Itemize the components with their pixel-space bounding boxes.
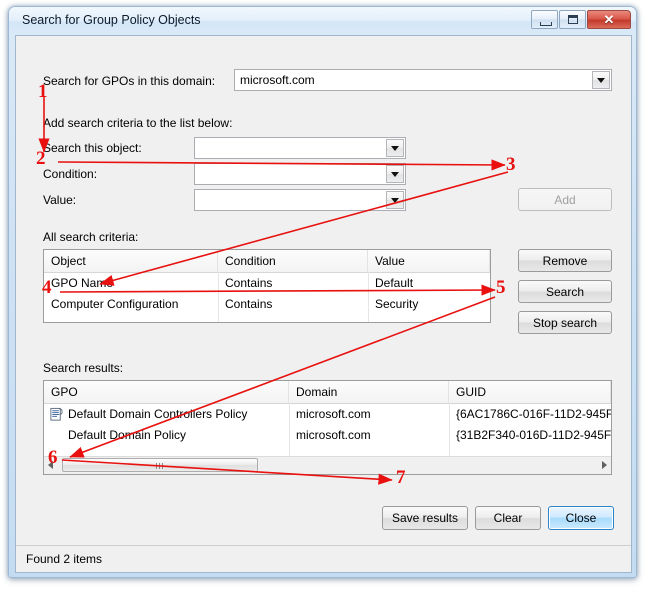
search-object-label: Search this object: [43, 141, 142, 155]
close-dialog-button[interactable]: Close [548, 506, 614, 530]
minimize-button[interactable] [531, 10, 558, 29]
cell-value: Default [375, 276, 414, 290]
cell-object: Computer Configuration [51, 297, 179, 311]
search-button[interactable]: Search [518, 280, 612, 303]
cell-object: GPO Name [51, 276, 114, 290]
search-results-label: Search results: [43, 361, 124, 375]
maximize-icon [568, 15, 578, 24]
domain-label: Search for GPOs in this domain: [43, 74, 216, 88]
chevron-down-icon[interactable] [386, 139, 404, 157]
cell-guid: {31B2F340-016D-11D2-945F [456, 428, 611, 442]
results-col-domain[interactable]: Domain [289, 381, 449, 403]
chevron-down-icon[interactable] [592, 71, 610, 89]
results-col-guid[interactable]: GUID [449, 381, 611, 403]
results-listview[interactable]: GPO Domain GUID Default Domain Controlle… [43, 380, 612, 475]
horizontal-scrollbar[interactable] [44, 456, 611, 474]
dialog-window: Search for Group Policy Objects ✕ Search… [8, 6, 637, 578]
list-item[interactable]: Default Domain Controllers Policy micros… [44, 404, 611, 425]
all-criteria-label: All search criteria: [43, 230, 139, 244]
status-bar: Found 2 items [16, 545, 631, 572]
chevron-down-icon[interactable] [386, 191, 404, 209]
window-title: Search for Group Policy Objects [22, 13, 201, 27]
title-bar[interactable]: Search for Group Policy Objects ✕ [9, 7, 636, 35]
condition-label: Condition: [43, 167, 98, 181]
chevron-down-icon[interactable] [386, 165, 404, 183]
cell-domain: microsoft.com [296, 407, 371, 421]
dialog-client-area: Search for GPOs in this domain: microsof… [15, 35, 632, 573]
maximize-button[interactable] [559, 10, 586, 29]
condition-combobox[interactable] [194, 163, 406, 185]
remove-button[interactable]: Remove [518, 249, 612, 272]
status-text: Found 2 items [26, 552, 103, 566]
cell-gpo: Default Domain Controllers Policy [68, 407, 248, 421]
stop-search-button[interactable]: Stop search [518, 311, 612, 334]
value-combobox[interactable] [194, 189, 406, 211]
domain-combobox-value: microsoft.com [240, 73, 315, 87]
cell-guid: {6AC1786C-016F-11D2-945F [456, 407, 611, 421]
cell-condition: Contains [225, 297, 273, 311]
value-label: Value: [43, 193, 77, 207]
scrollbar-thumb[interactable] [62, 458, 258, 472]
results-col-gpo[interactable]: GPO [44, 381, 289, 403]
table-row[interactable]: GPO Name Contains Default [44, 273, 490, 294]
add-criteria-label: Add search criteria to the list below: [43, 116, 233, 130]
close-button[interactable]: ✕ [587, 10, 631, 29]
scroll-right-arrow-icon[interactable] [594, 457, 611, 473]
window-controls: ✕ [531, 10, 631, 29]
table-row[interactable]: Computer Configuration Contains Security [44, 294, 490, 315]
criteria-listview[interactable]: Object Condition Value GPO Name Contains… [43, 249, 491, 323]
results-header-row: GPO Domain GUID [44, 381, 611, 404]
criteria-header-row: Object Condition Value [44, 250, 490, 273]
minimize-icon [540, 22, 552, 26]
domain-combobox[interactable]: microsoft.com [234, 69, 612, 91]
scroll-left-arrow-icon[interactable] [44, 457, 61, 473]
cell-domain: microsoft.com [296, 428, 371, 442]
add-button[interactable]: Add [518, 188, 612, 211]
cell-value: Security [375, 297, 419, 311]
screenshot-root: Search for Group Policy Objects ✕ Search… [0, 0, 645, 590]
scrollbar-grip-icon [156, 463, 165, 469]
criteria-col-condition[interactable]: Condition [218, 250, 368, 272]
criteria-col-object[interactable]: Object [44, 250, 218, 272]
search-object-combobox[interactable] [194, 137, 406, 159]
cell-gpo: Default Domain Policy [68, 428, 187, 442]
save-results-button[interactable]: Save results [382, 506, 468, 530]
cell-condition: Contains [225, 276, 273, 290]
list-item[interactable]: Default Domain Policy microsoft.com {31B… [44, 425, 611, 474]
clear-button[interactable]: Clear [475, 506, 541, 530]
close-icon: ✕ [603, 11, 615, 27]
criteria-col-value[interactable]: Value [368, 250, 490, 272]
